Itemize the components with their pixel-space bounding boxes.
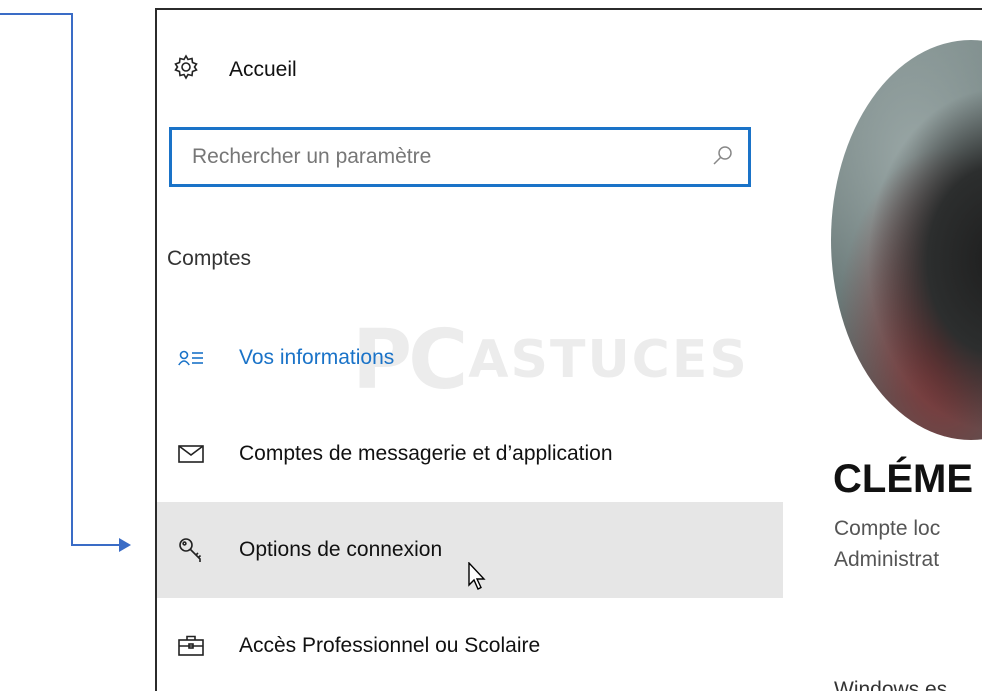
nav-item-label: Comptes de messagerie et d’application: [239, 442, 613, 465]
key-icon: [175, 537, 207, 563]
nav-item-acces-professionnel[interactable]: Accès Professionnel ou Scolaire: [157, 598, 783, 691]
search-icon[interactable]: [712, 144, 734, 171]
user-avatar: [831, 40, 982, 440]
arrow-vertical-segment: [71, 13, 73, 546]
section-heading: Comptes: [167, 247, 252, 270]
search-input[interactable]: Rechercher un paramètre: [192, 145, 712, 169]
arrow-head: [119, 538, 131, 552]
nav-item-vos-informations[interactable]: Vos informations: [157, 310, 783, 406]
mouse-cursor-icon: [468, 561, 488, 597]
arrow-bottom-segment: [71, 544, 121, 546]
briefcase-icon: [175, 635, 207, 657]
gear-icon: [173, 54, 199, 86]
settings-window: Accueil Rechercher un paramètre Comptes …: [155, 8, 982, 691]
nav-item-comptes-messagerie[interactable]: Comptes de messagerie et d’application: [157, 406, 783, 502]
account-role: Administrat: [834, 548, 940, 571]
home-label: Accueil: [229, 58, 297, 81]
arrow-top-segment: [0, 13, 73, 15]
windows-footer-text: Windows es: [834, 678, 948, 691]
person-list-icon: [175, 348, 207, 368]
user-name: CLÉME: [833, 457, 973, 501]
home-link[interactable]: Accueil: [173, 52, 473, 88]
account-type: Compte loc: [834, 517, 941, 540]
nav-item-label: Options de connexion: [239, 538, 443, 561]
mail-icon: [175, 445, 207, 463]
nav-item-label: Accès Professionnel ou Scolaire: [239, 634, 541, 657]
search-box[interactable]: Rechercher un paramètre: [169, 127, 751, 187]
nav-item-label: Vos informations: [239, 346, 395, 369]
